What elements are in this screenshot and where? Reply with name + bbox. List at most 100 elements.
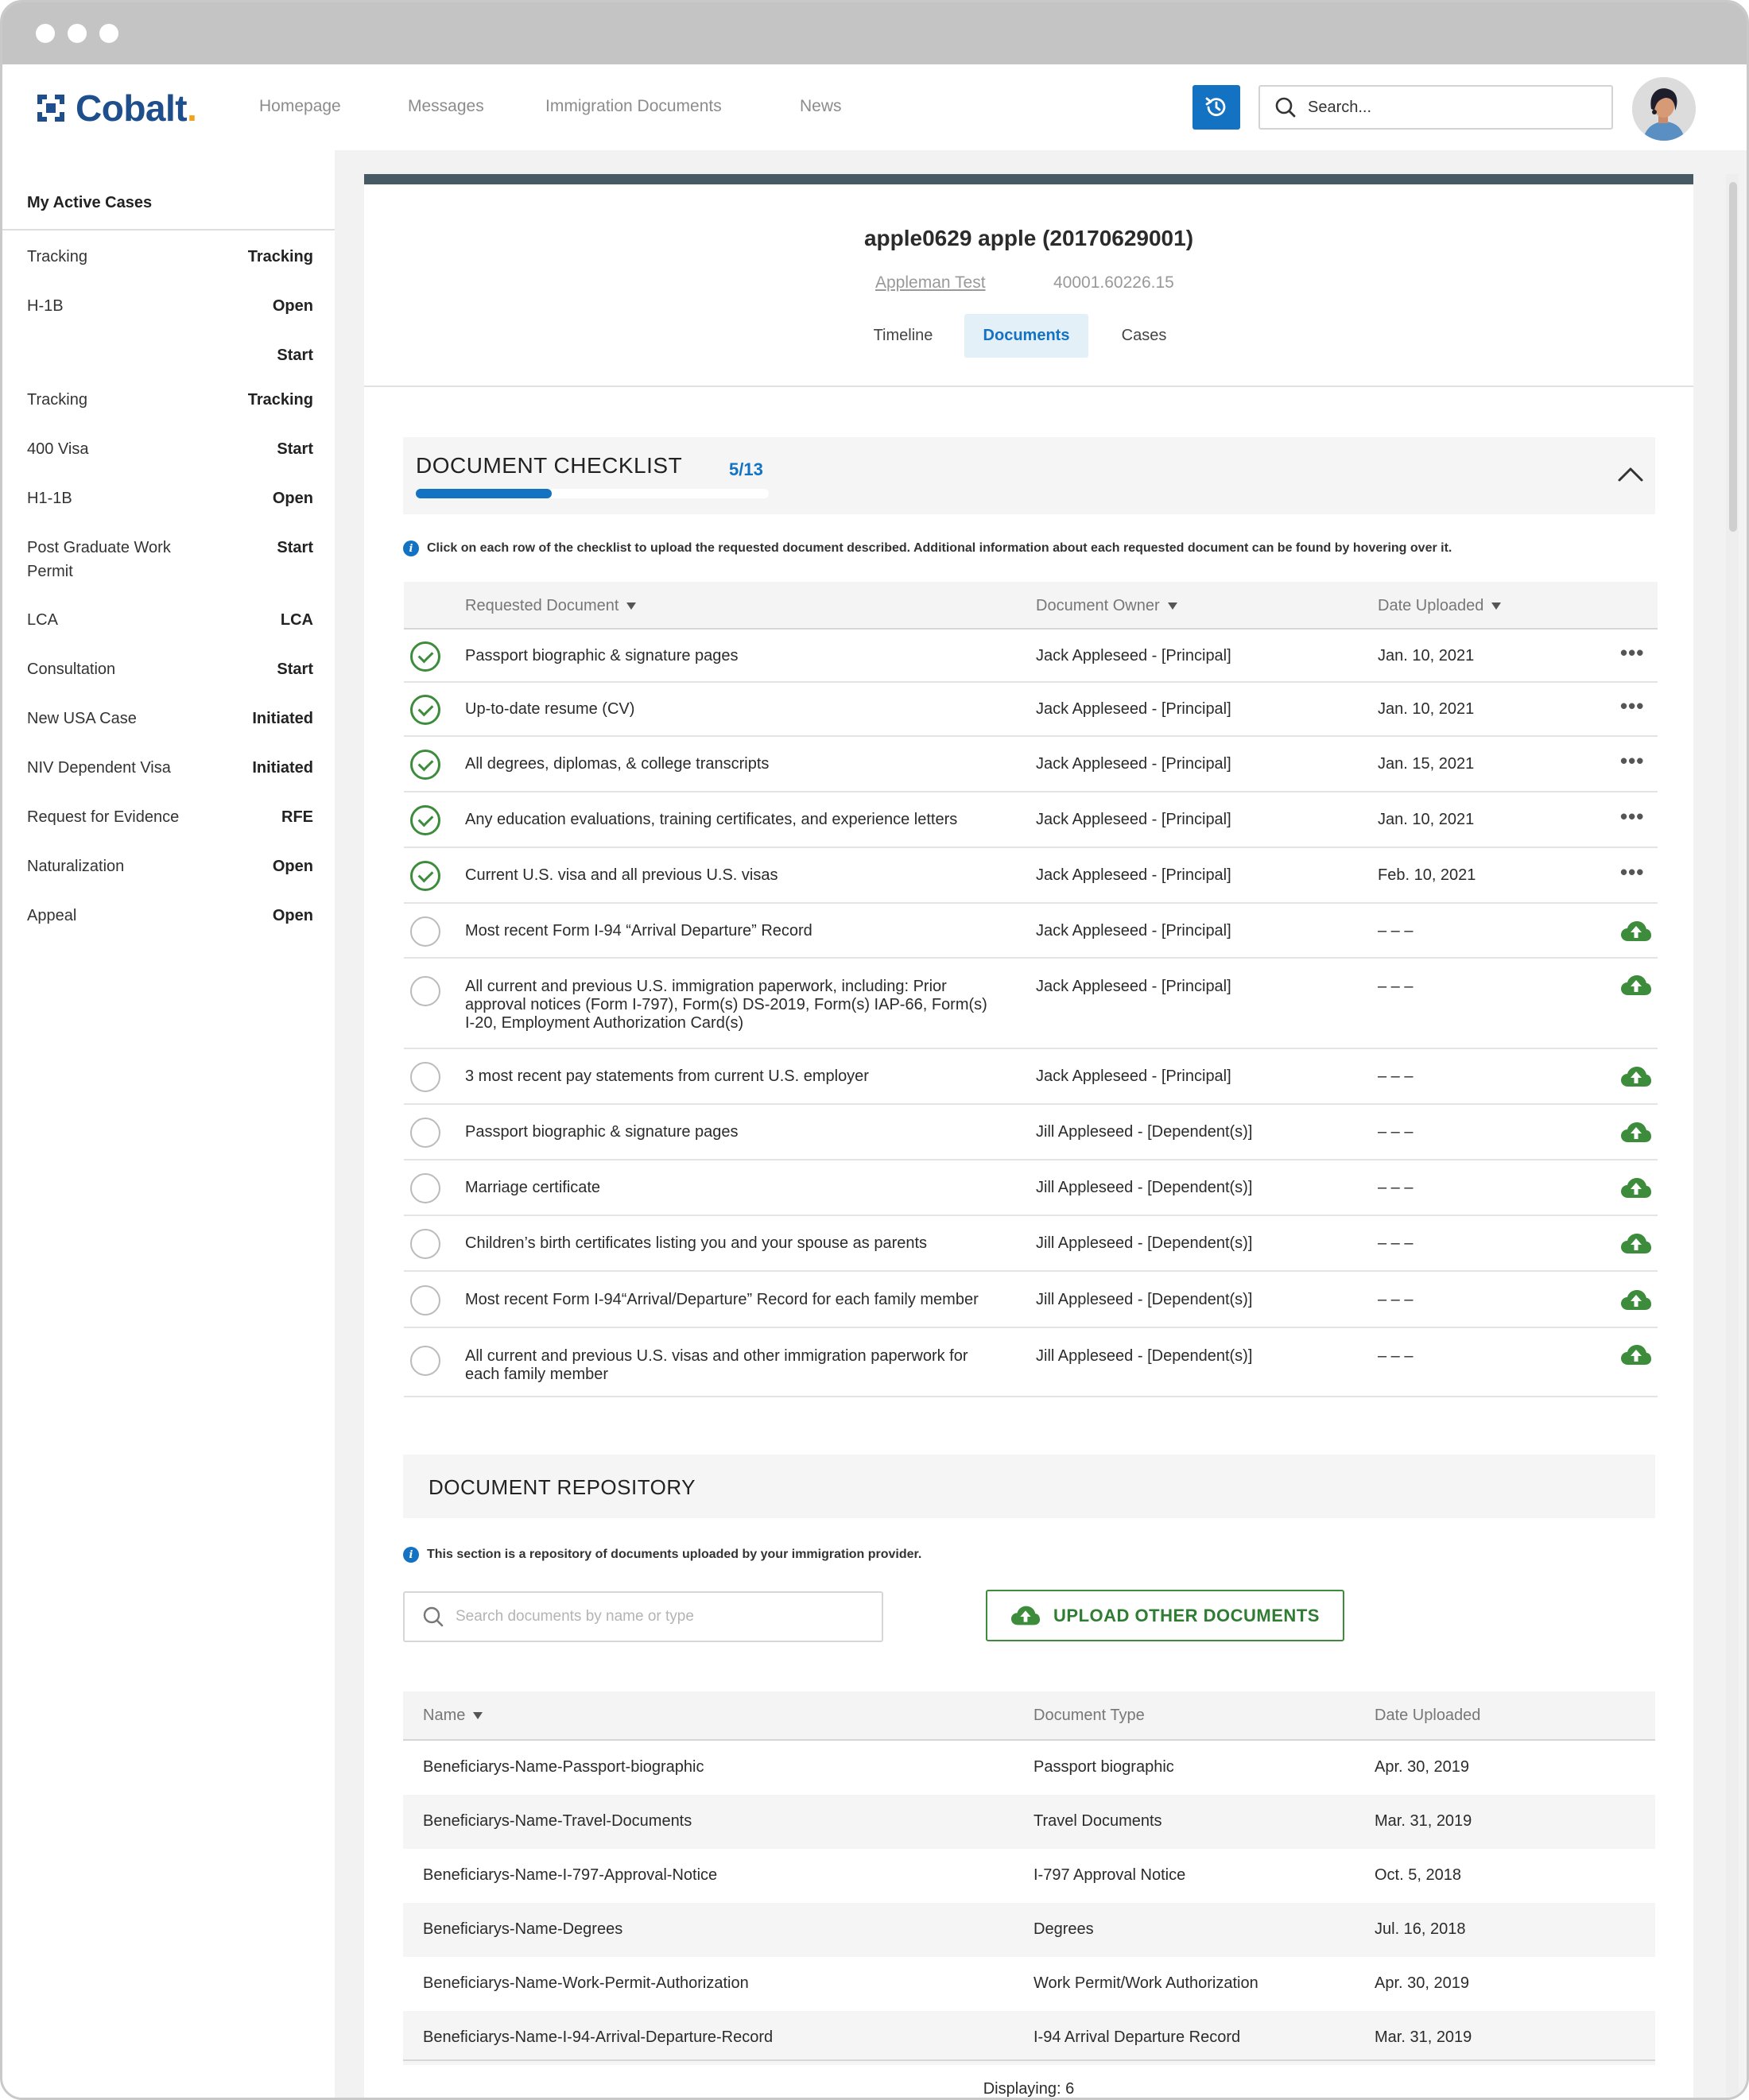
cobalt-logo-icon bbox=[37, 95, 64, 122]
date-uploaded: – – – bbox=[1378, 1067, 1414, 1085]
repository-row[interactable]: Beneficiarys-Name-I-94-Arrival-Departure… bbox=[403, 2011, 1655, 2065]
nav-link-homepage[interactable]: Homepage bbox=[259, 97, 341, 116]
checklist-row[interactable]: Most recent Form I-94 “Arrival Departure… bbox=[404, 904, 1658, 959]
check-complete-icon[interactable] bbox=[410, 750, 440, 780]
window-maximize-dot[interactable] bbox=[99, 24, 118, 43]
case-status: LCA bbox=[280, 611, 313, 629]
checklist-row[interactable]: Children’s birth certificates listing yo… bbox=[404, 1216, 1658, 1272]
case-label: LCA bbox=[27, 611, 58, 629]
window-close-dot[interactable] bbox=[36, 24, 55, 43]
more-options-icon[interactable]: ••• bbox=[1620, 694, 1644, 719]
repository-table-header: Name Document Type Date Uploaded bbox=[403, 1691, 1655, 1741]
cloud-upload-icon[interactable] bbox=[1620, 1344, 1652, 1366]
case-status: Start bbox=[277, 347, 313, 364]
check-empty-icon[interactable] bbox=[410, 1062, 440, 1092]
tab-cases[interactable]: Cases bbox=[1104, 314, 1184, 358]
document-type: Passport biographic bbox=[1034, 1758, 1174, 1776]
checklist-row[interactable]: Passport biographic & signature pages Jac… bbox=[404, 630, 1658, 683]
date-uploaded: – – – bbox=[1378, 1123, 1414, 1141]
document-repository-header: DOCUMENT REPOSITORY bbox=[403, 1455, 1655, 1518]
check-complete-icon[interactable] bbox=[410, 695, 440, 725]
check-empty-icon[interactable] bbox=[410, 916, 440, 947]
case-number: 40001.60226.15 bbox=[1053, 273, 1174, 292]
checklist-row[interactable]: Passport biographic & signature pages Jil… bbox=[404, 1105, 1658, 1160]
check-empty-icon[interactable] bbox=[410, 1229, 440, 1259]
repository-title: DOCUMENT REPOSITORY bbox=[429, 1475, 696, 1499]
case-status: Initiated bbox=[252, 710, 313, 727]
date-uploaded: Jan. 10, 2021 bbox=[1378, 811, 1475, 828]
more-options-icon[interactable]: ••• bbox=[1620, 641, 1644, 665]
check-complete-icon[interactable] bbox=[410, 641, 440, 672]
document-checklist-header[interactable]: DOCUMENT CHECKLIST 5/13 bbox=[403, 437, 1655, 514]
cloud-upload-icon[interactable] bbox=[1620, 1177, 1652, 1199]
header-name[interactable]: Name bbox=[423, 1707, 483, 1725]
date-uploaded: – – – bbox=[1378, 1234, 1414, 1252]
user-avatar[interactable] bbox=[1632, 77, 1696, 141]
nav-link-news[interactable]: News bbox=[800, 97, 842, 116]
case-label: Naturalization bbox=[27, 858, 125, 875]
cloud-upload-icon[interactable] bbox=[1620, 1122, 1652, 1144]
tab-timeline[interactable]: Timeline bbox=[854, 314, 952, 358]
checklist-count: 5/13 bbox=[729, 459, 763, 479]
repository-row[interactable]: Beneficiarys-Name-Passport-biographic Pas… bbox=[403, 1741, 1655, 1795]
cloud-upload-icon[interactable] bbox=[1620, 1066, 1652, 1088]
global-search-input[interactable]: Search... bbox=[1258, 85, 1613, 130]
upload-other-documents-button[interactable]: UPLOAD OTHER DOCUMENTS bbox=[986, 1590, 1344, 1641]
header-divider bbox=[364, 386, 1693, 387]
active-cases-sidebar: My Active Cases Tracking Tracking H-1B O… bbox=[2, 150, 335, 2098]
checklist-row[interactable]: Most recent Form I-94“Arrival/Departure”… bbox=[404, 1272, 1658, 1328]
check-complete-icon[interactable] bbox=[410, 861, 440, 891]
header-document-type[interactable]: Document Type bbox=[1034, 1707, 1145, 1725]
nav-link-messages[interactable]: Messages bbox=[408, 97, 484, 116]
case-client-link[interactable]: Appleman Test bbox=[875, 273, 986, 293]
brand-logo[interactable]: Cobalt. bbox=[36, 87, 197, 129]
check-empty-icon[interactable] bbox=[410, 1173, 440, 1203]
history-button[interactable] bbox=[1192, 85, 1240, 130]
repository-row[interactable]: Beneficiarys-Name-Work-Permit-Authorizat… bbox=[403, 1957, 1655, 2011]
cloud-upload-icon[interactable] bbox=[1620, 920, 1652, 943]
checklist-row[interactable]: Up-to-date resume (CV) Jack Appleseed - [… bbox=[404, 683, 1658, 737]
check-complete-icon[interactable] bbox=[410, 805, 440, 835]
document-name: Beneficiarys-Name-Travel-Documents bbox=[423, 1812, 692, 1830]
cloud-upload-icon[interactable] bbox=[1620, 1289, 1652, 1312]
repository-row[interactable]: Beneficiarys-Name-I-797-Approval-Notice I… bbox=[403, 1849, 1655, 1903]
cloud-upload-icon[interactable] bbox=[1620, 974, 1652, 997]
header-document-owner[interactable]: Document Owner bbox=[1036, 597, 1177, 615]
check-empty-icon[interactable] bbox=[410, 1285, 440, 1315]
tab-documents[interactable]: Documents bbox=[964, 314, 1088, 358]
checklist-row[interactable]: 3 most recent pay statements from curren… bbox=[404, 1049, 1658, 1105]
nav-link-immigration-documents[interactable]: Immigration Documents bbox=[545, 97, 722, 116]
search-icon bbox=[423, 1606, 444, 1627]
checklist-row[interactable]: All current and previous U.S. visas and … bbox=[404, 1328, 1658, 1397]
header-date-uploaded[interactable]: Date Uploaded bbox=[1378, 597, 1502, 615]
more-options-icon[interactable]: ••• bbox=[1620, 749, 1644, 773]
case-label: Post Graduate Work Permit bbox=[27, 539, 171, 580]
document-type: Travel Documents bbox=[1034, 1812, 1162, 1830]
check-empty-icon[interactable] bbox=[410, 1118, 440, 1148]
more-options-icon[interactable]: ••• bbox=[1620, 860, 1644, 885]
case-status: Open bbox=[272, 490, 313, 507]
requested-document: 3 most recent pay statements from curren… bbox=[465, 1067, 869, 1085]
date-uploaded: Jan. 15, 2021 bbox=[1378, 755, 1475, 773]
window-minimize-dot[interactable] bbox=[68, 24, 87, 43]
requested-document: Any education evaluations, training cert… bbox=[465, 811, 958, 828]
checklist-row[interactable]: All degrees, diplomas, & college transcr… bbox=[404, 737, 1658, 792]
scrollbar-thumb[interactable] bbox=[1729, 182, 1737, 532]
repository-search-input[interactable] bbox=[456, 1608, 853, 1625]
checklist-row[interactable]: Any education evaluations, training cert… bbox=[404, 792, 1658, 848]
chevron-up-icon[interactable] bbox=[1615, 461, 1646, 485]
checklist-row[interactable]: Marriage certificate Jill Appleseed - [De… bbox=[404, 1160, 1658, 1216]
document-name: Beneficiarys-Name-I-797-Approval-Notice bbox=[423, 1866, 718, 1884]
more-options-icon[interactable]: ••• bbox=[1620, 804, 1644, 829]
checklist-row[interactable]: Current U.S. visa and all previous U.S. … bbox=[404, 848, 1658, 904]
repository-search[interactable] bbox=[403, 1591, 883, 1642]
header-repo-date-uploaded[interactable]: Date Uploaded bbox=[1375, 1707, 1480, 1725]
cloud-upload-icon[interactable] bbox=[1620, 1233, 1652, 1255]
document-owner: Jack Appleseed - [Principal] bbox=[1036, 811, 1231, 828]
check-empty-icon[interactable] bbox=[410, 1346, 440, 1376]
check-empty-icon[interactable] bbox=[410, 976, 440, 1006]
repository-row[interactable]: Beneficiarys-Name-Travel-Documents Travel… bbox=[403, 1795, 1655, 1849]
header-requested-document[interactable]: Requested Document bbox=[465, 597, 637, 615]
checklist-row[interactable]: All current and previous U.S. immigratio… bbox=[404, 959, 1658, 1049]
repository-row[interactable]: Beneficiarys-Name-Degrees Degrees Jul. 16,… bbox=[403, 1903, 1655, 1957]
